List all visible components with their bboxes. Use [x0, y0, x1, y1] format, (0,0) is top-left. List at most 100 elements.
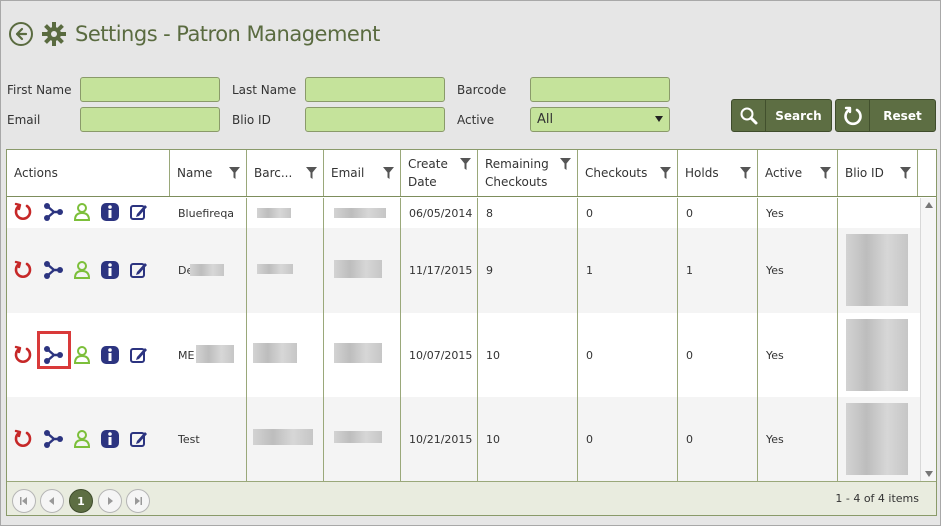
column-holds[interactable]: Holds	[678, 150, 758, 196]
column-barcode[interactable]: Barc...	[247, 150, 324, 196]
cell-remaining: 10	[486, 433, 500, 446]
info-icon[interactable]	[100, 260, 120, 280]
cell-active: Yes	[766, 207, 784, 220]
page-button-current[interactable]: 1	[69, 489, 93, 513]
edit-icon[interactable]	[129, 202, 149, 222]
filter-icon[interactable]	[560, 158, 571, 170]
app-frame: Settings - Patron Management First Name La…	[0, 0, 941, 526]
last-name-label: Last Name	[232, 83, 297, 97]
last-page-button[interactable]	[126, 489, 150, 513]
filter-icon[interactable]	[660, 167, 671, 179]
filter-icon[interactable]	[740, 167, 751, 179]
page-header: Settings - Patron Management	[9, 19, 380, 49]
filter-icon[interactable]	[383, 167, 394, 179]
reset-button-label: Reset	[883, 108, 922, 123]
user-icon[interactable]	[72, 260, 92, 280]
last-name-input[interactable]	[305, 77, 445, 102]
cell-blio-id	[838, 313, 918, 397]
prev-page-button[interactable]	[40, 489, 64, 513]
redacted-name	[196, 345, 234, 363]
pager-info: 1 - 4 of 4 items	[835, 492, 919, 505]
cell-holds: 0	[686, 207, 693, 220]
reset-button[interactable]: Reset	[835, 99, 936, 132]
column-create-date[interactable]: Create Date	[401, 150, 478, 196]
next-page-button[interactable]	[98, 489, 122, 513]
table-row[interactable]: Test 10/21/2015 10 0 0 Yes	[7, 397, 920, 481]
title-sub: Patron Management	[176, 22, 380, 46]
share-link-icon[interactable]	[43, 260, 63, 280]
redacted-barcode	[253, 429, 313, 445]
redacted-blio-id	[846, 234, 908, 306]
row-actions	[7, 313, 169, 397]
reset-password-icon[interactable]	[13, 345, 33, 365]
redacted-blio-id	[846, 319, 908, 391]
cell-checkouts: 0	[586, 349, 593, 362]
user-icon[interactable]	[72, 345, 92, 365]
filter-icon[interactable]	[820, 167, 831, 179]
email-input[interactable]	[80, 107, 220, 132]
cell-active: Yes	[766, 349, 784, 362]
info-icon[interactable]	[100, 202, 120, 222]
patron-grid: Actions Name Barc... Email Create Date R…	[6, 149, 937, 516]
search-icon	[740, 107, 757, 124]
row-actions	[7, 397, 169, 481]
cell-blio-id	[838, 397, 918, 481]
title-main: Settings	[75, 22, 158, 46]
cell-remaining: 8	[486, 207, 493, 220]
search-button-label: Search	[775, 108, 822, 123]
caret-down-icon	[655, 116, 663, 122]
reset-password-icon[interactable]	[13, 260, 33, 280]
first-page-button[interactable]	[12, 489, 36, 513]
filter-icon[interactable]	[306, 167, 317, 179]
edit-icon[interactable]	[129, 429, 149, 449]
column-email[interactable]: Email	[324, 150, 401, 196]
share-link-icon[interactable]	[43, 202, 63, 222]
info-icon[interactable]	[100, 345, 120, 365]
reset-password-icon[interactable]	[13, 429, 33, 449]
active-select-value: All	[537, 112, 554, 127]
scroll-up-icon[interactable]	[925, 202, 933, 208]
info-icon[interactable]	[100, 429, 120, 449]
table-row[interactable]: ME 10/07/2015 10 0 0 Yes	[7, 313, 920, 397]
edit-icon[interactable]	[129, 345, 149, 365]
reset-password-icon[interactable]	[13, 202, 33, 222]
vertical-scrollbar[interactable]	[920, 198, 936, 481]
cell-create-date: 11/17/2015	[409, 264, 473, 277]
next-page-icon	[108, 497, 113, 505]
column-active[interactable]: Active	[758, 150, 838, 196]
cell-create-date: 10/21/2015	[409, 433, 473, 446]
arrow-left-icon	[15, 27, 28, 41]
cell-name: Test	[178, 433, 200, 446]
column-name[interactable]: Name	[170, 150, 247, 196]
search-button[interactable]: Search	[731, 99, 832, 132]
cell-name: Bluefireqa	[178, 207, 235, 220]
back-button[interactable]	[9, 22, 33, 46]
highlight-box	[37, 331, 71, 369]
table-row[interactable]: Bluefireqa 06/05/2014 8 0 0 Yes	[7, 198, 920, 228]
edit-icon[interactable]	[129, 260, 149, 280]
column-blio-id[interactable]: Blio ID	[838, 150, 918, 196]
row-actions	[7, 198, 169, 228]
active-select[interactable]: All	[530, 107, 670, 132]
gear-icon	[42, 22, 66, 46]
filter-icon[interactable]	[460, 158, 471, 170]
column-checkouts[interactable]: Checkouts	[578, 150, 678, 196]
scroll-down-icon[interactable]	[925, 471, 933, 477]
user-icon[interactable]	[72, 429, 92, 449]
share-link-icon[interactable]	[43, 429, 63, 449]
cell-remaining: 9	[486, 264, 493, 277]
cell-holds: 0	[686, 349, 693, 362]
grid-header: Actions Name Barc... Email Create Date R…	[7, 150, 936, 197]
last-page-icon	[135, 497, 142, 505]
cell-create-date: 06/05/2014	[409, 207, 473, 220]
first-name-input[interactable]	[80, 77, 220, 102]
filter-icon[interactable]	[229, 167, 240, 179]
column-remaining-checkouts[interactable]: Remaining Checkouts	[478, 150, 578, 196]
cell-remaining: 10	[486, 349, 500, 362]
table-row[interactable]: De 11/17/2015 9 1 1 Yes	[7, 228, 920, 313]
filter-icon[interactable]	[900, 167, 911, 179]
user-icon[interactable]	[72, 202, 92, 222]
blio-id-input[interactable]	[305, 107, 445, 132]
barcode-input[interactable]	[530, 77, 670, 102]
redacted-email	[334, 260, 382, 278]
